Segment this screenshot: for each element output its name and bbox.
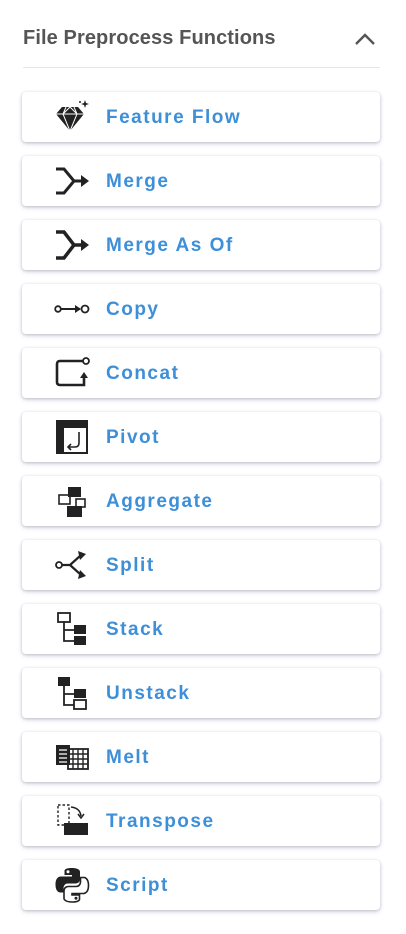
function-item-aggregate[interactable]: Aggregate <box>22 476 380 526</box>
function-item-label: Melt <box>106 747 150 768</box>
function-item-concat[interactable]: Concat <box>22 348 380 398</box>
function-item-copy[interactable]: Copy <box>22 284 380 334</box>
file-preprocess-panel: File Preprocess Functions Feature Flow M… <box>0 0 406 934</box>
function-item-label: Transpose <box>106 811 215 832</box>
panel-title: File Preprocess Functions <box>23 27 276 49</box>
stack-icon <box>54 611 90 647</box>
transpose-icon <box>54 803 90 839</box>
function-item-pivot[interactable]: Pivot <box>22 412 380 462</box>
function-item-label: Script <box>106 875 169 896</box>
merge-icon <box>54 163 90 199</box>
function-item-label: Merge <box>106 171 170 192</box>
concat-icon <box>54 355 90 391</box>
panel-header[interactable]: File Preprocess Functions <box>23 0 380 68</box>
python-icon <box>54 867 90 903</box>
function-item-label: Pivot <box>106 427 160 448</box>
function-item-unstack[interactable]: Unstack <box>22 668 380 718</box>
function-item-stack[interactable]: Stack <box>22 604 380 654</box>
melt-icon <box>54 739 90 775</box>
aggregate-icon <box>54 483 90 519</box>
diamond-icon <box>54 99 90 135</box>
function-item-transpose[interactable]: Transpose <box>22 796 380 846</box>
merge-as-of-icon <box>54 227 90 263</box>
function-item-label: Stack <box>106 619 165 640</box>
function-item-label: Feature Flow <box>106 107 242 128</box>
function-item-merge[interactable]: Merge <box>22 156 380 206</box>
function-list: Feature Flow Merge Merge As Of Copy Conc… <box>22 92 382 924</box>
function-item-feature-flow[interactable]: Feature Flow <box>22 92 380 142</box>
function-item-script[interactable]: Script <box>22 860 380 910</box>
function-item-label: Split <box>106 555 155 576</box>
collapse-button[interactable] <box>350 24 380 54</box>
pivot-icon <box>54 419 90 455</box>
function-item-label: Merge As Of <box>106 235 234 256</box>
function-item-label: Aggregate <box>106 491 214 512</box>
function-item-split[interactable]: Split <box>22 540 380 590</box>
function-item-label: Concat <box>106 363 180 384</box>
function-item-label: Copy <box>106 299 160 320</box>
chevron-up-icon <box>350 24 380 54</box>
function-item-melt[interactable]: Melt <box>22 732 380 782</box>
function-item-merge-as-of[interactable]: Merge As Of <box>22 220 380 270</box>
unstack-icon <box>54 675 90 711</box>
copy-icon <box>54 291 90 327</box>
function-item-label: Unstack <box>106 683 191 704</box>
split-icon <box>54 547 90 583</box>
